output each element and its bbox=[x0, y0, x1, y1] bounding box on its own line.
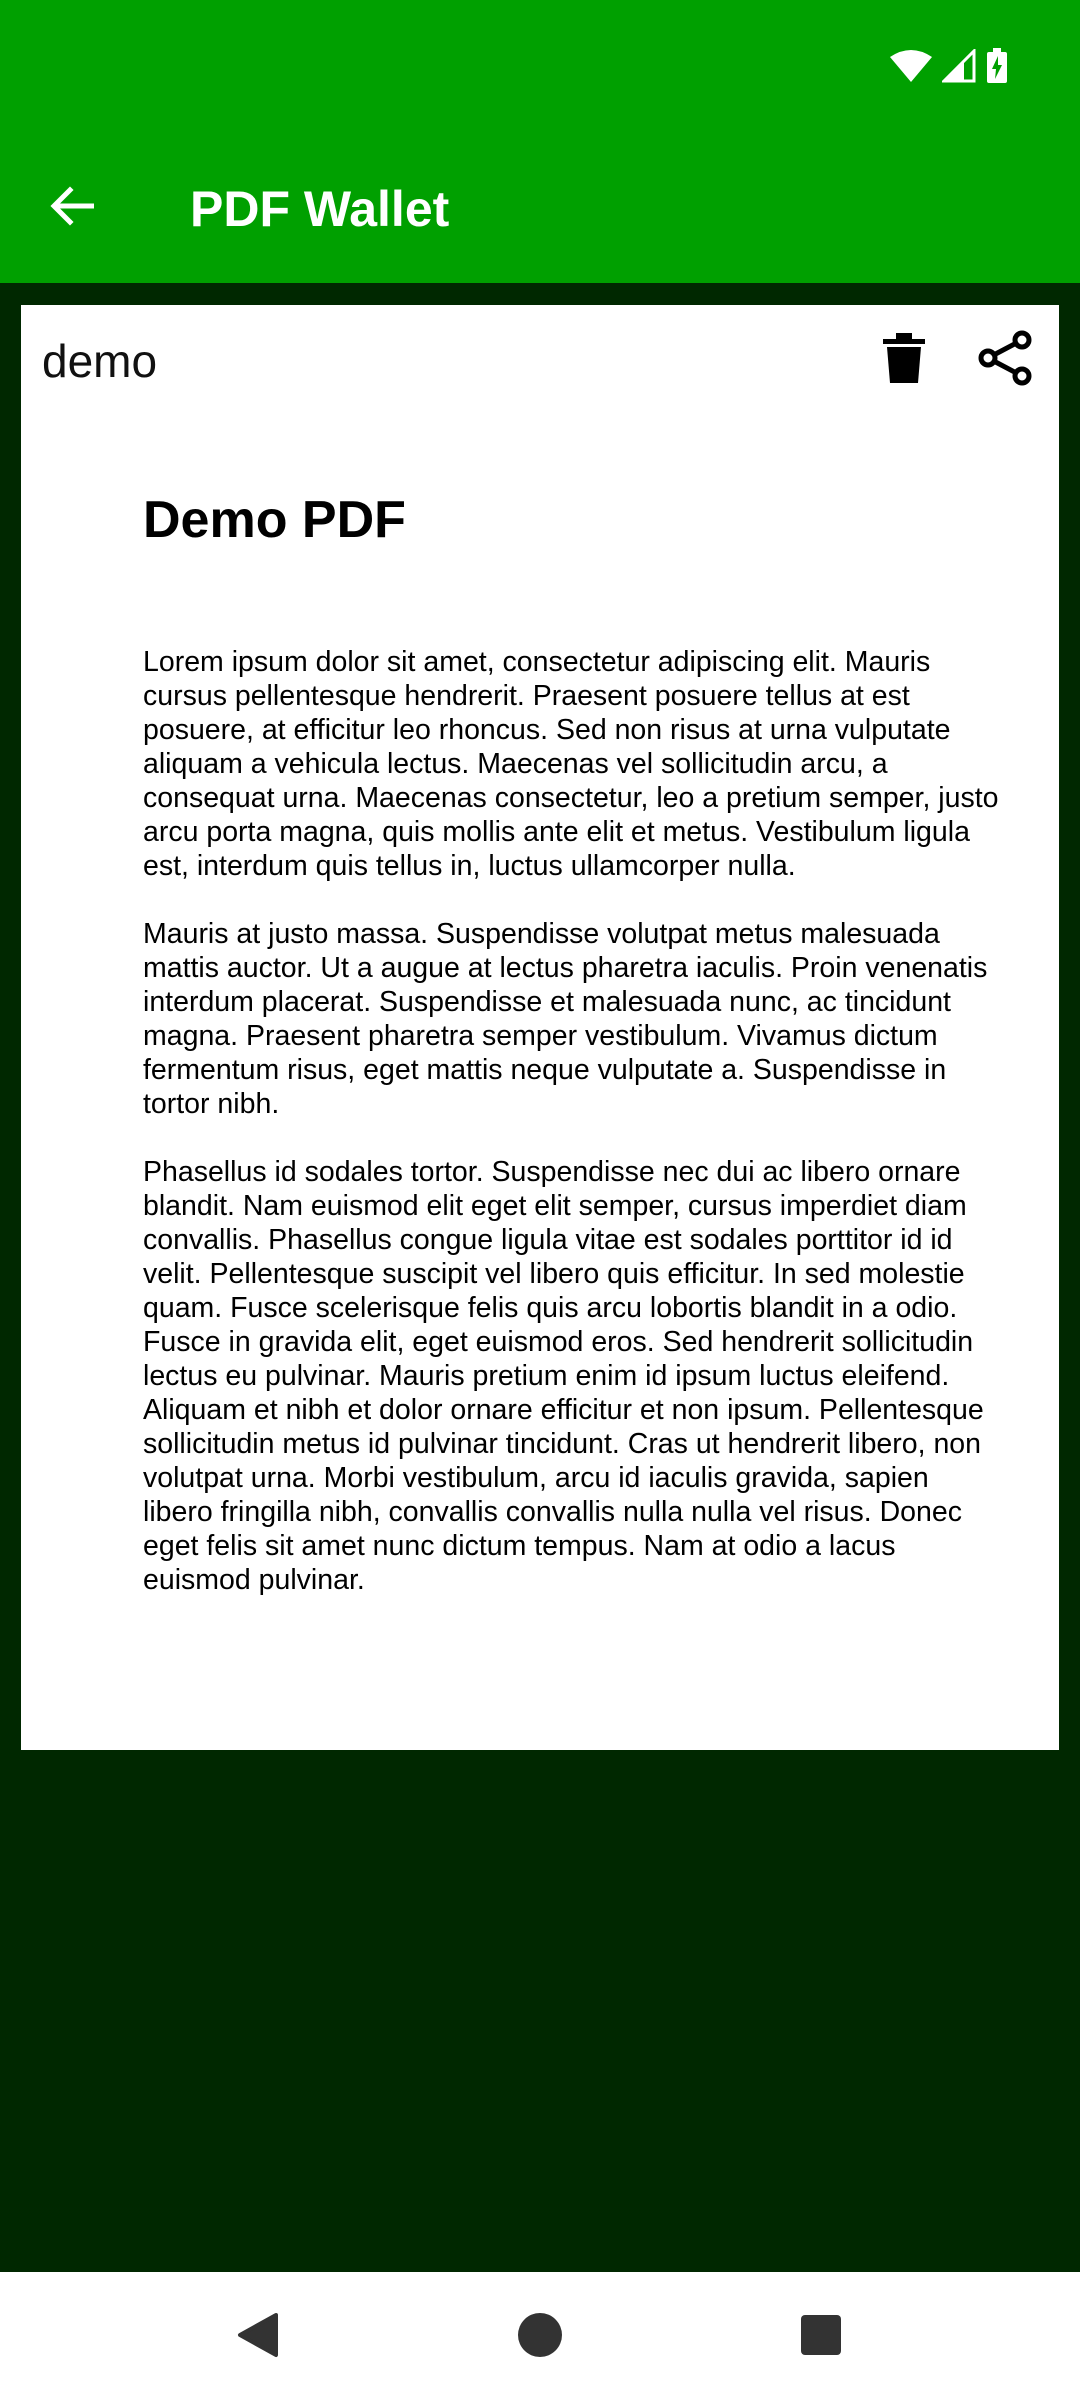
battery-charging-icon bbox=[986, 47, 1008, 89]
nav-home-icon bbox=[517, 2312, 563, 2363]
document-name: demo bbox=[42, 335, 158, 387]
pdf-page[interactable]: Demo PDF Lorem ipsum dolor sit amet, con… bbox=[143, 490, 1003, 1597]
pdf-paragraph: Mauris at justo massa. Suspendisse volut… bbox=[143, 918, 988, 1120]
back-button[interactable] bbox=[38, 174, 106, 242]
delete-button[interactable] bbox=[871, 327, 937, 393]
system-nav-bar bbox=[0, 2272, 1080, 2400]
share-button[interactable] bbox=[972, 327, 1038, 393]
nav-back-button[interactable] bbox=[223, 2302, 293, 2372]
share-icon bbox=[978, 330, 1032, 391]
pdf-paragraph: Lorem ipsum dolor sit amet, consectetur … bbox=[143, 646, 999, 882]
status-icons bbox=[890, 46, 1008, 89]
cell-signal-icon bbox=[940, 46, 976, 88]
nav-back-icon bbox=[236, 2312, 280, 2363]
wifi-icon bbox=[890, 49, 932, 88]
pdf-paragraph: Phasellus id sodales tortor. Suspendisse… bbox=[143, 1156, 984, 1596]
pdf-heading: Demo PDF bbox=[143, 491, 406, 549]
app-bar: PDF Wallet bbox=[0, 133, 1080, 283]
nav-recents-button[interactable] bbox=[786, 2302, 856, 2372]
status-bar bbox=[0, 0, 1080, 133]
delete-icon bbox=[883, 332, 925, 388]
nav-home-button[interactable] bbox=[505, 2302, 575, 2372]
nav-recents-icon bbox=[800, 2314, 842, 2361]
app-title: PDF Wallet bbox=[190, 181, 450, 237]
document-card: demo Demo PDF Lorem ipsum dolor sit amet… bbox=[21, 305, 1059, 1750]
arrow-back-icon bbox=[50, 185, 95, 231]
